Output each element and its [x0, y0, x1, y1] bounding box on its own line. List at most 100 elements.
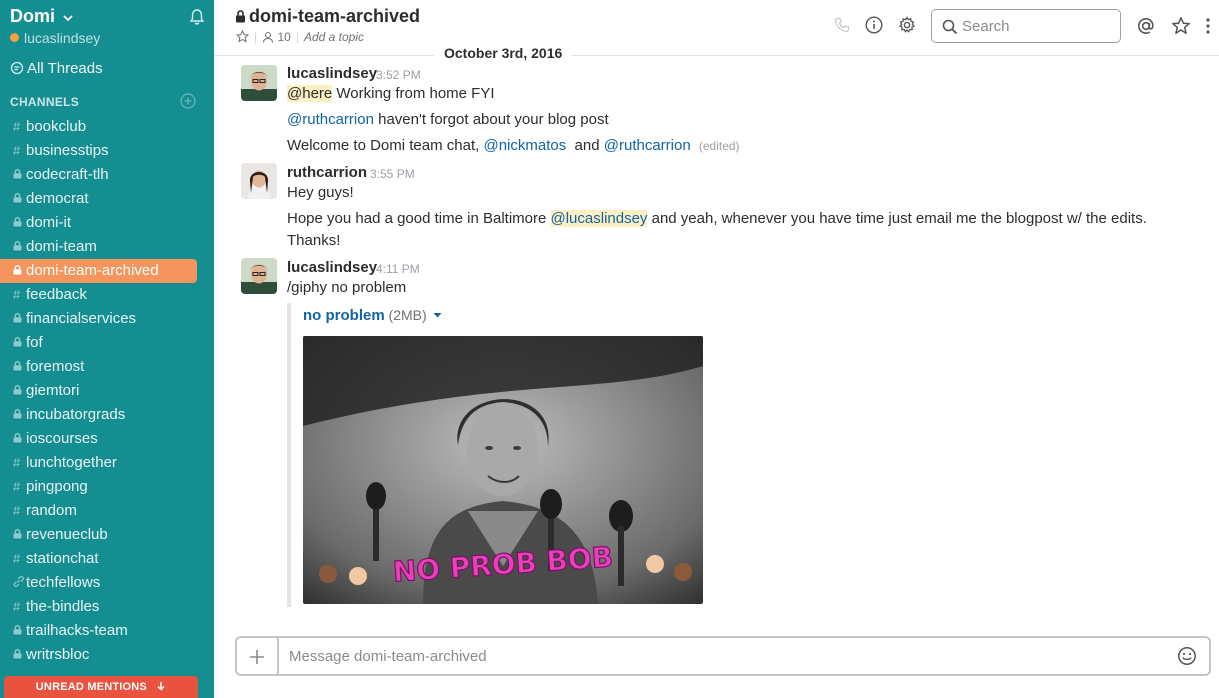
message-text: Welcome to Domi team chat, — [287, 137, 484, 154]
sidebar-item-label: trailhacks-team — [26, 622, 128, 639]
sidebar-item-techfellows[interactable]: techfellows — [0, 571, 197, 595]
sidebar-item-foremost[interactable]: foremost — [0, 355, 197, 379]
info-icon[interactable] — [865, 16, 883, 39]
sidebar-item-label: lunchtogether — [26, 454, 117, 471]
caret-down-icon[interactable] — [433, 312, 442, 319]
sidebar-item-label: revenueclub — [26, 526, 108, 543]
gear-icon[interactable] — [898, 16, 916, 39]
threads-icon — [10, 61, 24, 75]
user-mention[interactable]: @lucaslindsey — [550, 210, 648, 227]
add-file-button[interactable] — [237, 638, 279, 674]
avatar[interactable] — [241, 258, 277, 294]
lock-icon — [13, 643, 26, 667]
channels-header-label: CHANNELS — [10, 95, 80, 109]
message-input[interactable] — [289, 646, 1159, 666]
attachment-size: (2MB) — [384, 307, 427, 323]
unread-mentions-label: UNREAD MENTIONS — [35, 681, 147, 693]
member-count[interactable]: 10 — [277, 30, 290, 44]
search-input[interactable] — [962, 16, 1112, 36]
sidebar-item-codecraft-tlh[interactable]: codecraft-tlh — [0, 163, 197, 187]
avatar[interactable] — [241, 65, 277, 101]
channel-title[interactable]: domi-team-archived — [235, 6, 420, 27]
sidebar-item-stationchat[interactable]: # stationchat — [0, 547, 197, 571]
sidebar-item-domi-team-archived[interactable]: domi-team-archived — [0, 259, 197, 283]
emoji-icon[interactable] — [1177, 646, 1197, 671]
sidebar-item-giemtori[interactable]: giemtori — [0, 379, 197, 403]
sidebar-item-writrsbloc[interactable]: writrsbloc — [0, 643, 197, 667]
sidebar-item-domi-team[interactable]: domi-team — [0, 235, 197, 259]
sidebar-item-label: pingpong — [26, 478, 88, 495]
mentions-icon[interactable] — [1136, 16, 1156, 41]
sidebar-item-label: domi-team-archived — [26, 262, 159, 279]
team-menu[interactable]: Domi — [10, 6, 206, 28]
sidebar-item-label: giemtori — [26, 382, 80, 399]
sidebar-item-feedback[interactable]: # feedback — [0, 283, 197, 307]
here-mention[interactable]: @here — [287, 85, 333, 102]
sidebar-item-bookclub[interactable]: # bookclub — [0, 115, 197, 139]
sidebar-item-revenueclub[interactable]: revenueclub — [0, 523, 197, 547]
giphy-image[interactable]: NO PROB BOB — [303, 336, 703, 604]
lock-icon — [13, 259, 26, 283]
sidebar-item-incubatorgrads[interactable]: incubatorgrads — [0, 403, 197, 427]
sidebar-item-random[interactable]: # random — [0, 499, 197, 523]
sidebar-item-label: foremost — [26, 358, 85, 375]
unread-mentions-button[interactable]: UNREAD MENTIONS — [4, 676, 198, 698]
message-timestamp[interactable]: 4:11 PM — [376, 262, 420, 276]
avatar[interactable] — [241, 163, 277, 199]
star-icon[interactable] — [235, 29, 250, 43]
lock-icon — [13, 355, 26, 379]
user-mention[interactable]: @ruthcarrion — [287, 111, 374, 128]
all-threads-link[interactable]: All Threads — [10, 60, 103, 77]
starred-items-icon[interactable] — [1171, 16, 1191, 41]
message-timestamp[interactable]: 3:55 PM — [370, 167, 415, 181]
hash-icon: # — [13, 503, 21, 518]
sidebar-item-businesstips[interactable]: # businesstips — [0, 139, 197, 163]
sidebar-item-trailhacks-team[interactable]: trailhacks-team — [0, 619, 197, 643]
hash-icon: # — [13, 143, 21, 158]
lock-icon — [13, 427, 26, 451]
user-mention[interactable]: @ruthcarrion — [604, 137, 691, 154]
attachment-title: no problem (2MB) — [303, 307, 442, 324]
member-icon — [263, 31, 274, 43]
all-threads-label: All Threads — [27, 60, 103, 77]
channels-header[interactable]: CHANNELS — [10, 93, 196, 112]
edited-label: (edited) — [698, 139, 740, 153]
message-text: haven't forgot about your blog post — [373, 111, 609, 128]
sidebar-item-domi-it[interactable]: domi-it — [0, 211, 197, 235]
current-user[interactable]: lucaslindsey — [10, 30, 100, 46]
message-text: and — [566, 137, 604, 154]
sidebar-item-the-bindles[interactable]: # the-bindles — [0, 595, 197, 619]
more-vertical-icon[interactable] — [1205, 16, 1211, 41]
sidebar-item-fof[interactable]: fof — [0, 331, 197, 355]
attachment-link[interactable]: no problem — [303, 307, 385, 324]
message-timestamp[interactable]: 3:52 PM — [376, 68, 421, 82]
channel-meta: | 10 | Add a topic — [235, 29, 364, 44]
sidebar-item-label: codecraft-tlh — [26, 166, 109, 183]
message-text: Hope you had a good time in Baltimore — [287, 210, 551, 227]
sidebar-item-label: random — [26, 502, 77, 519]
sidebar-item-label: writrsbloc — [26, 646, 90, 663]
hash-icon: # — [13, 455, 21, 470]
search-box[interactable] — [931, 9, 1121, 43]
sidebar-item-pingpong[interactable]: # pingpong — [0, 475, 197, 499]
add-topic-link[interactable]: Add a topic — [304, 30, 364, 44]
sidebar-item-ioscourses[interactable]: ioscourses — [0, 427, 197, 451]
sidebar-item-financialservices[interactable]: financialservices — [0, 307, 197, 331]
sidebar-item-democrat[interactable]: democrat — [0, 187, 197, 211]
message-author[interactable]: ruthcarrion — [287, 164, 367, 181]
user-mention[interactable]: @nickmatos — [483, 137, 566, 154]
sidebar-item-label: businesstips — [26, 142, 109, 159]
hash-icon: # — [13, 551, 21, 566]
presence-indicator — [10, 33, 19, 42]
message-line: @here Working from home FYI — [287, 85, 495, 102]
sidebar: Domi lucaslindsey All Threads CHANNELS #… — [0, 0, 214, 698]
phone-icon[interactable] — [833, 16, 851, 39]
add-channel-icon[interactable] — [180, 93, 196, 112]
sidebar-item-label: democrat — [26, 190, 89, 207]
plus-icon — [250, 650, 264, 664]
bell-icon[interactable] — [188, 8, 206, 31]
sidebar-item-lunchtogether[interactable]: # lunchtogether — [0, 451, 197, 475]
message-author[interactable]: lucaslindsey — [287, 259, 377, 276]
message-author[interactable]: lucaslindsey — [287, 65, 377, 82]
team-name[interactable]: Domi — [10, 6, 55, 26]
